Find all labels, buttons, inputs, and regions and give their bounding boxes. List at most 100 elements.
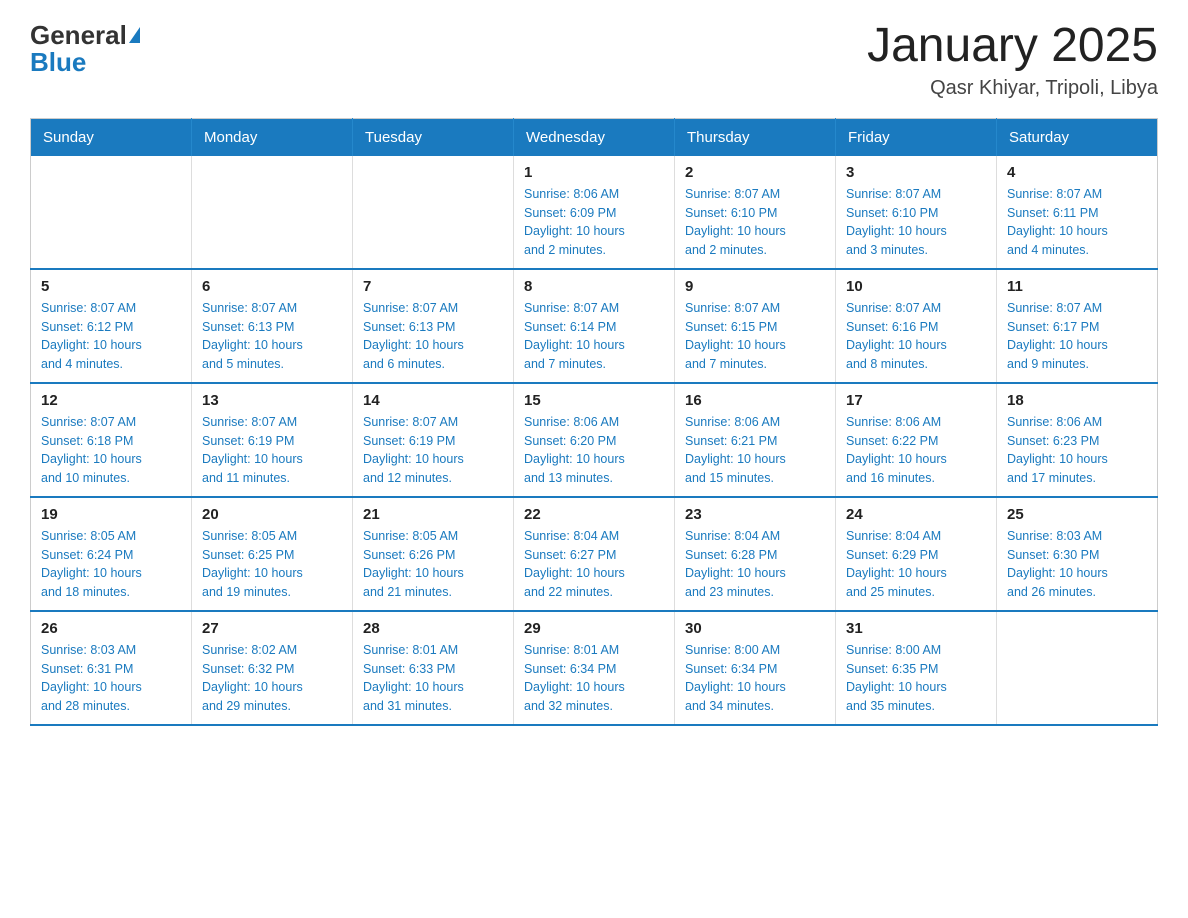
day-info: Sunrise: 8:07 AM Sunset: 6:18 PM Dayligh…	[41, 413, 181, 488]
logo-triangle-icon	[129, 27, 140, 43]
calendar-cell: 14Sunrise: 8:07 AM Sunset: 6:19 PM Dayli…	[353, 383, 514, 497]
day-info: Sunrise: 8:06 AM Sunset: 6:23 PM Dayligh…	[1007, 413, 1147, 488]
day-number: 22	[524, 506, 664, 523]
day-info: Sunrise: 8:03 AM Sunset: 6:31 PM Dayligh…	[41, 641, 181, 716]
calendar-cell: 21 Sunrise: 8:05 AM Sunset: 6:26 PM Dayli…	[353, 497, 514, 611]
weekday-header-row: SundayMondayTuesdayWednesdayThursdayFrid…	[31, 118, 1158, 156]
day-number: 12	[41, 392, 181, 409]
day-number: 27	[202, 620, 342, 637]
day-number: 25	[1007, 506, 1147, 523]
day-number: 20	[202, 506, 342, 523]
weekday-header-tuesday: Tuesday	[353, 118, 514, 156]
day-number: 19	[41, 506, 181, 523]
day-number: 4	[1007, 164, 1147, 181]
calendar-cell: 31 Sunrise: 8:00 AM Sunset: 6:35 PM Dayli…	[836, 611, 997, 725]
calendar-cell: 3 Sunrise: 8:07 AM Sunset: 6:10 PM Daylig…	[836, 156, 997, 269]
calendar-cell: 2 Sunrise: 8:07 AM Sunset: 6:10 PM Daylig…	[675, 156, 836, 269]
calendar-cell: 6 Sunrise: 8:07 AM Sunset: 6:13 PM Daylig…	[192, 269, 353, 383]
day-number: 7	[363, 278, 503, 295]
day-info: Sunrise: 8:04 AM Sunset: 6:27 PM Dayligh…	[524, 527, 664, 602]
calendar-cell: 23Sunrise: 8:04 AM Sunset: 6:28 PM Dayli…	[675, 497, 836, 611]
day-info: Sunrise: 8:05 AM Sunset: 6:24 PM Dayligh…	[41, 527, 181, 602]
day-number: 10	[846, 278, 986, 295]
calendar-cell	[31, 156, 192, 269]
day-info: Sunrise: 8:02 AM Sunset: 6:32 PM Dayligh…	[202, 641, 342, 716]
day-info: Sunrise: 8:07 AM Sunset: 6:11 PM Dayligh…	[1007, 185, 1147, 260]
day-info: Sunrise: 8:06 AM Sunset: 6:22 PM Dayligh…	[846, 413, 986, 488]
calendar-cell: 12 Sunrise: 8:07 AM Sunset: 6:18 PM Dayli…	[31, 383, 192, 497]
calendar-cell	[353, 156, 514, 269]
weekday-header-monday: Monday	[192, 118, 353, 156]
day-info: Sunrise: 8:07 AM Sunset: 6:19 PM Dayligh…	[363, 413, 503, 488]
calendar-cell: 10 Sunrise: 8:07 AM Sunset: 6:16 PM Dayli…	[836, 269, 997, 383]
day-number: 13	[202, 392, 342, 409]
day-number: 31	[846, 620, 986, 637]
day-number: 28	[363, 620, 503, 637]
day-info: Sunrise: 8:07 AM Sunset: 6:14 PM Dayligh…	[524, 299, 664, 374]
day-info: Sunrise: 8:07 AM Sunset: 6:10 PM Dayligh…	[846, 185, 986, 260]
calendar-cell	[192, 156, 353, 269]
day-number: 8	[524, 278, 664, 295]
day-info: Sunrise: 8:06 AM Sunset: 6:20 PM Dayligh…	[524, 413, 664, 488]
page-header: General Blue January 2025 Qasr Khiyar, T…	[30, 20, 1158, 100]
calendar-table: SundayMondayTuesdayWednesdayThursdayFrid…	[30, 118, 1158, 726]
subtitle: Qasr Khiyar, Tripoli, Libya	[867, 77, 1158, 100]
calendar-cell: 30 Sunrise: 8:00 AM Sunset: 6:34 PM Dayli…	[675, 611, 836, 725]
calendar-cell: 18 Sunrise: 8:06 AM Sunset: 6:23 PM Dayli…	[997, 383, 1158, 497]
weekday-header-saturday: Saturday	[997, 118, 1158, 156]
weekday-header-thursday: Thursday	[675, 118, 836, 156]
day-info: Sunrise: 8:00 AM Sunset: 6:35 PM Dayligh…	[846, 641, 986, 716]
calendar-cell: 11 Sunrise: 8:07 AM Sunset: 6:17 PM Dayli…	[997, 269, 1158, 383]
calendar-cell	[997, 611, 1158, 725]
main-title: January 2025	[867, 20, 1158, 73]
calendar-cell: 13 Sunrise: 8:07 AM Sunset: 6:19 PM Dayli…	[192, 383, 353, 497]
calendar-cell: 9 Sunrise: 8:07 AM Sunset: 6:15 PM Daylig…	[675, 269, 836, 383]
day-info: Sunrise: 8:07 AM Sunset: 6:16 PM Dayligh…	[846, 299, 986, 374]
calendar-cell: 16Sunrise: 8:06 AM Sunset: 6:21 PM Dayli…	[675, 383, 836, 497]
day-number: 9	[685, 278, 825, 295]
calendar-cell: 17Sunrise: 8:06 AM Sunset: 6:22 PM Dayli…	[836, 383, 997, 497]
calendar-cell: 25 Sunrise: 8:03 AM Sunset: 6:30 PM Dayli…	[997, 497, 1158, 611]
calendar-cell: 27 Sunrise: 8:02 AM Sunset: 6:32 PM Dayli…	[192, 611, 353, 725]
day-info: Sunrise: 8:05 AM Sunset: 6:26 PM Dayligh…	[363, 527, 503, 602]
day-info: Sunrise: 8:07 AM Sunset: 6:15 PM Dayligh…	[685, 299, 825, 374]
calendar-cell: 20 Sunrise: 8:05 AM Sunset: 6:25 PM Dayli…	[192, 497, 353, 611]
day-number: 29	[524, 620, 664, 637]
day-number: 11	[1007, 278, 1147, 295]
calendar-week-row: 5Sunrise: 8:07 AM Sunset: 6:12 PM Daylig…	[31, 269, 1158, 383]
logo: General Blue	[30, 20, 140, 78]
day-number: 26	[41, 620, 181, 637]
day-info: Sunrise: 8:07 AM Sunset: 6:19 PM Dayligh…	[202, 413, 342, 488]
day-number: 18	[1007, 392, 1147, 409]
day-number: 30	[685, 620, 825, 637]
day-info: Sunrise: 8:07 AM Sunset: 6:17 PM Dayligh…	[1007, 299, 1147, 374]
calendar-cell: 26 Sunrise: 8:03 AM Sunset: 6:31 PM Dayli…	[31, 611, 192, 725]
calendar-cell: 8 Sunrise: 8:07 AM Sunset: 6:14 PM Daylig…	[514, 269, 675, 383]
day-number: 6	[202, 278, 342, 295]
weekday-header-wednesday: Wednesday	[514, 118, 675, 156]
calendar-cell: 19 Sunrise: 8:05 AM Sunset: 6:24 PM Dayli…	[31, 497, 192, 611]
calendar-cell: 1 Sunrise: 8:06 AM Sunset: 6:09 PM Daylig…	[514, 156, 675, 269]
day-number: 2	[685, 164, 825, 181]
day-info: Sunrise: 8:04 AM Sunset: 6:28 PM Dayligh…	[685, 527, 825, 602]
day-info: Sunrise: 8:06 AM Sunset: 6:21 PM Dayligh…	[685, 413, 825, 488]
weekday-header-sunday: Sunday	[31, 118, 192, 156]
day-info: Sunrise: 8:05 AM Sunset: 6:25 PM Dayligh…	[202, 527, 342, 602]
day-number: 24	[846, 506, 986, 523]
day-info: Sunrise: 8:00 AM Sunset: 6:34 PM Dayligh…	[685, 641, 825, 716]
calendar-cell: 4 Sunrise: 8:07 AM Sunset: 6:11 PM Daylig…	[997, 156, 1158, 269]
day-number: 21	[363, 506, 503, 523]
day-info: Sunrise: 8:04 AM Sunset: 6:29 PM Dayligh…	[846, 527, 986, 602]
calendar-cell: 15Sunrise: 8:06 AM Sunset: 6:20 PM Dayli…	[514, 383, 675, 497]
day-info: Sunrise: 8:07 AM Sunset: 6:10 PM Dayligh…	[685, 185, 825, 260]
day-number: 3	[846, 164, 986, 181]
calendar-cell: 22 Sunrise: 8:04 AM Sunset: 6:27 PM Dayli…	[514, 497, 675, 611]
day-info: Sunrise: 8:07 AM Sunset: 6:13 PM Dayligh…	[202, 299, 342, 374]
calendar-week-row: 19 Sunrise: 8:05 AM Sunset: 6:24 PM Dayli…	[31, 497, 1158, 611]
day-info: Sunrise: 8:06 AM Sunset: 6:09 PM Dayligh…	[524, 185, 664, 260]
calendar-cell: 7Sunrise: 8:07 AM Sunset: 6:13 PM Daylig…	[353, 269, 514, 383]
day-number: 1	[524, 164, 664, 181]
calendar-week-row: 1 Sunrise: 8:06 AM Sunset: 6:09 PM Daylig…	[31, 156, 1158, 269]
day-info: Sunrise: 8:07 AM Sunset: 6:12 PM Dayligh…	[41, 299, 181, 374]
day-info: Sunrise: 8:03 AM Sunset: 6:30 PM Dayligh…	[1007, 527, 1147, 602]
